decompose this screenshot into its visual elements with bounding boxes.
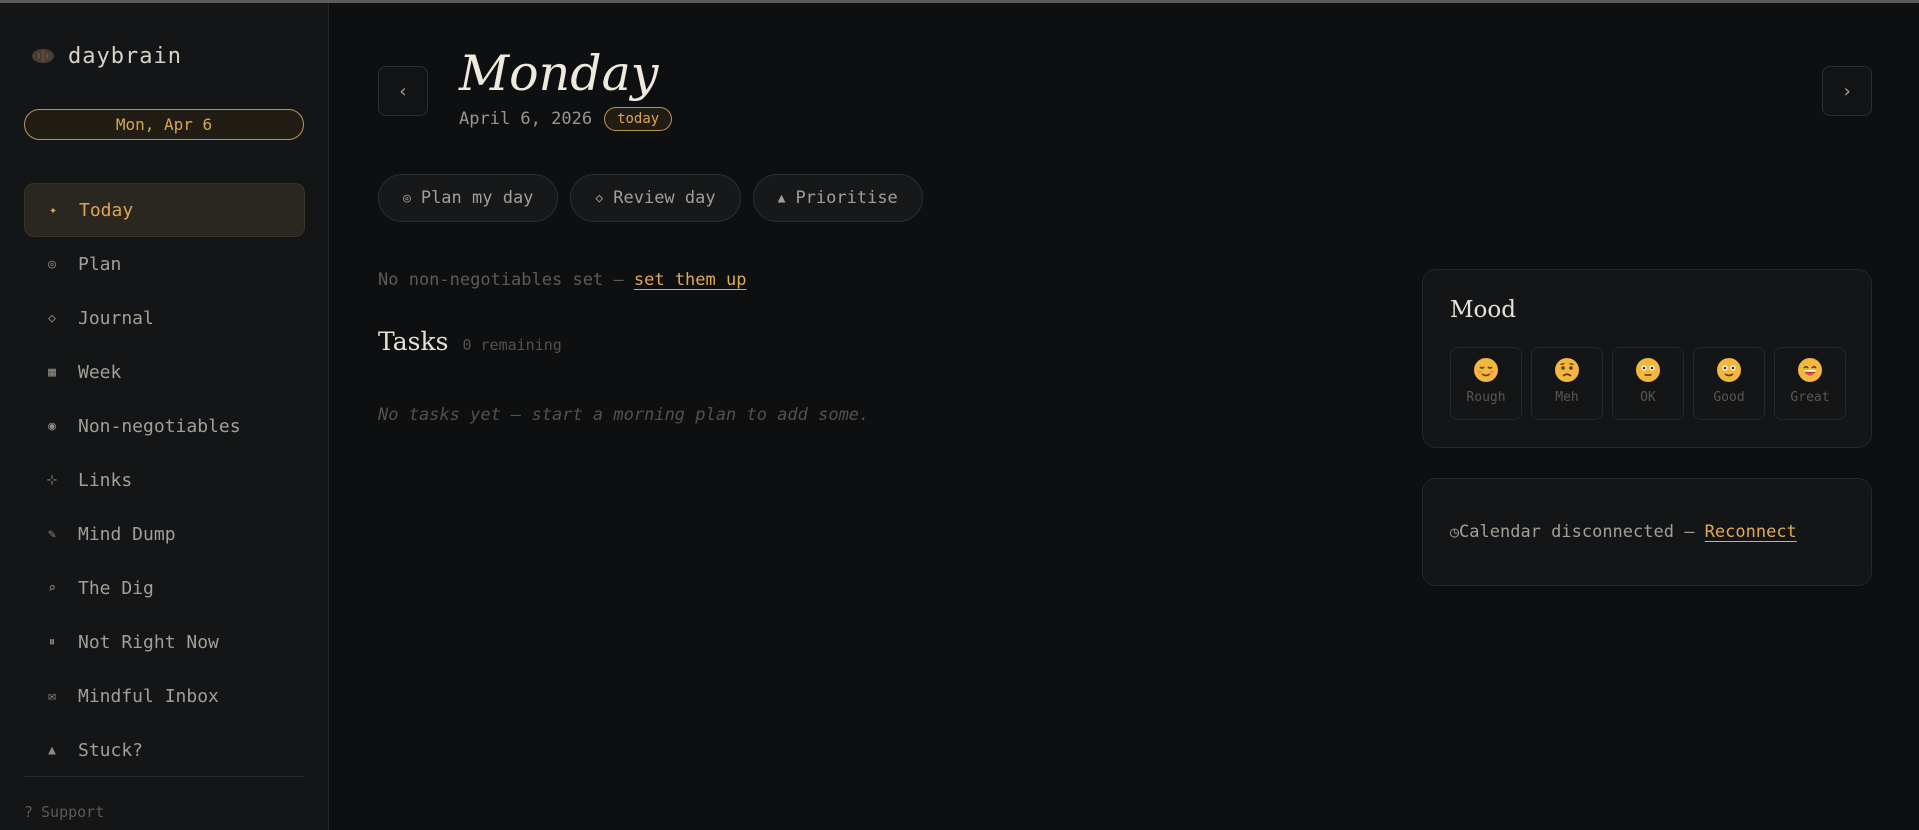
plan-my-day-button[interactable]: ◎ Plan my day <box>378 174 559 222</box>
mood-label: OK <box>1640 390 1656 405</box>
chevron-left-icon: ‹ <box>397 80 409 102</box>
mood-options: Rough Meh OK Good Great <box>1450 347 1846 420</box>
app-name: daybrain <box>68 43 182 69</box>
sidebar-item-mind-dump[interactable]: ✎ Mind Dump <box>24 507 305 561</box>
non-negotiables-notice: No non-negotiables set — set them up <box>378 270 746 290</box>
tasks-empty-state: No tasks yet — start a morning plan to a… <box>378 405 870 425</box>
sidebar-item-label: Mindful Inbox <box>78 685 219 707</box>
week-icon: ▦ <box>48 364 56 380</box>
tasks-remaining-count: 0 remaining <box>462 336 562 354</box>
page-title: Monday <box>459 45 659 102</box>
sidebar: daybrain Mon, Apr 6 ✦ Today ◎ Plan ◇ Jou… <box>0 3 329 830</box>
sidebar-item-week[interactable]: ▦ Week <box>24 345 305 399</box>
chevron-right-icon: › <box>1841 80 1853 102</box>
sidebar-item-not-right-now[interactable]: ⏸ Not Right Now <box>24 615 305 669</box>
next-day-button[interactable]: › <box>1822 66 1872 116</box>
tasks-header: Tasks 0 remaining <box>378 327 562 356</box>
target-icon: ◎ <box>403 190 411 206</box>
sidebar-item-journal[interactable]: ◇ Journal <box>24 291 305 345</box>
the-dig-icon: ⌕ <box>48 580 56 596</box>
mood-label: Meh <box>1555 390 1579 405</box>
mood-panel: Mood Rough Meh OK Good Great <box>1422 269 1872 448</box>
frowning-face-icon <box>1555 358 1579 382</box>
support-label: Support <box>41 803 105 821</box>
neutral-face-icon <box>1636 358 1660 382</box>
mood-label: Good <box>1713 390 1745 405</box>
mood-option-great[interactable]: Great <box>1774 347 1846 420</box>
mood-option-meh[interactable]: Meh <box>1531 347 1603 420</box>
slightly-smiling-face-icon <box>1717 358 1741 382</box>
diamond-icon: ◇ <box>595 190 604 206</box>
sidebar-item-label: Journal <box>78 307 154 329</box>
sidebar-item-label: Mind Dump <box>78 523 176 545</box>
sidebar-item-links[interactable]: ⊹ Links <box>24 453 305 507</box>
calendar-status-text: Calendar disconnected — <box>1459 522 1705 542</box>
set-them-up-link[interactable]: set them up <box>634 270 747 290</box>
today-icon: ✦ <box>49 202 57 218</box>
sidebar-item-non-negotiables[interactable]: ◉ Non-negotiables <box>24 399 305 453</box>
sidebar-nav: ✦ Today ◎ Plan ◇ Journal ▦ Week ◉ Non-ne… <box>24 183 305 777</box>
sidebar-item-mindful-inbox[interactable]: ✉ Mindful Inbox <box>24 669 305 723</box>
sidebar-item-label: Links <box>78 469 133 491</box>
sidebar-item-the-dig[interactable]: ⌕ The Dig <box>24 561 305 615</box>
sidebar-item-label: Not Right Now <box>78 631 219 653</box>
button-label: Review day <box>613 188 716 208</box>
previous-day-button[interactable]: ‹ <box>378 66 428 116</box>
grinning-face-icon <box>1798 358 1822 382</box>
sidebar-item-label: Stuck? <box>78 739 144 761</box>
reconnect-link[interactable]: Reconnect <box>1705 522 1797 542</box>
mood-title: Mood <box>1450 297 1516 323</box>
mindful-inbox-icon: ✉ <box>48 688 56 704</box>
relieved-face-icon <box>1474 358 1498 382</box>
review-day-button[interactable]: ◇ Review day <box>570 174 741 222</box>
mood-option-rough[interactable]: Rough <box>1450 347 1522 420</box>
prioritise-button[interactable]: ▲ Prioritise <box>752 174 923 222</box>
button-label: Prioritise <box>795 188 898 208</box>
links-icon: ⊹ <box>46 472 58 488</box>
date-subline: April 6, 2026 today <box>459 107 673 131</box>
full-date: April 6, 2026 <box>459 109 593 129</box>
mood-label: Great <box>1790 390 1830 405</box>
sidebar-item-today[interactable]: ✦ Today <box>24 183 305 237</box>
current-date-pill[interactable]: Mon, Apr 6 <box>24 109 304 140</box>
calendar-panel: ◷ Calendar disconnected — Reconnect <box>1422 478 1872 586</box>
calendar-status: ◷ Calendar disconnected — Reconnect <box>1450 522 1797 542</box>
non-negotiables-text: No non-negotiables set — <box>378 270 634 290</box>
mood-label: Rough <box>1466 390 1506 405</box>
plan-icon: ◎ <box>48 256 56 272</box>
sidebar-item-label: Today <box>79 199 134 221</box>
support-link[interactable]: ? Support <box>24 803 104 821</box>
sidebar-item-label: The Dig <box>78 577 154 599</box>
button-label: Plan my day <box>420 188 534 208</box>
sidebar-item-label: Plan <box>78 253 122 275</box>
sidebar-item-stuck[interactable]: ▲ Stuck? <box>24 723 305 777</box>
action-bar: ◎ Plan my day ◇ Review day ▲ Prioritise <box>378 174 923 222</box>
sidebar-divider <box>24 776 305 777</box>
tasks-title: Tasks <box>378 327 449 356</box>
stuck-icon: ▲ <box>48 742 56 758</box>
sidebar-item-label: Non-negotiables <box>78 415 241 437</box>
sidebar-item-label: Week <box>78 361 122 383</box>
sidebar-item-plan[interactable]: ◎ Plan <box>24 237 305 291</box>
question-icon: ? <box>24 803 34 821</box>
triangle-up-icon: ▲ <box>777 190 786 206</box>
mood-option-good[interactable]: Good <box>1693 347 1765 420</box>
today-badge: today <box>604 107 673 131</box>
not-right-now-icon: ⏸ <box>48 634 56 650</box>
mind-dump-icon: ✎ <box>48 526 56 542</box>
mood-option-ok[interactable]: OK <box>1612 347 1684 420</box>
journal-icon: ◇ <box>48 310 56 326</box>
non-negotiables-icon: ◉ <box>48 418 56 434</box>
clock-icon: ◷ <box>1450 523 1460 541</box>
brand[interactable]: daybrain <box>31 41 182 71</box>
brain-icon <box>32 49 54 63</box>
